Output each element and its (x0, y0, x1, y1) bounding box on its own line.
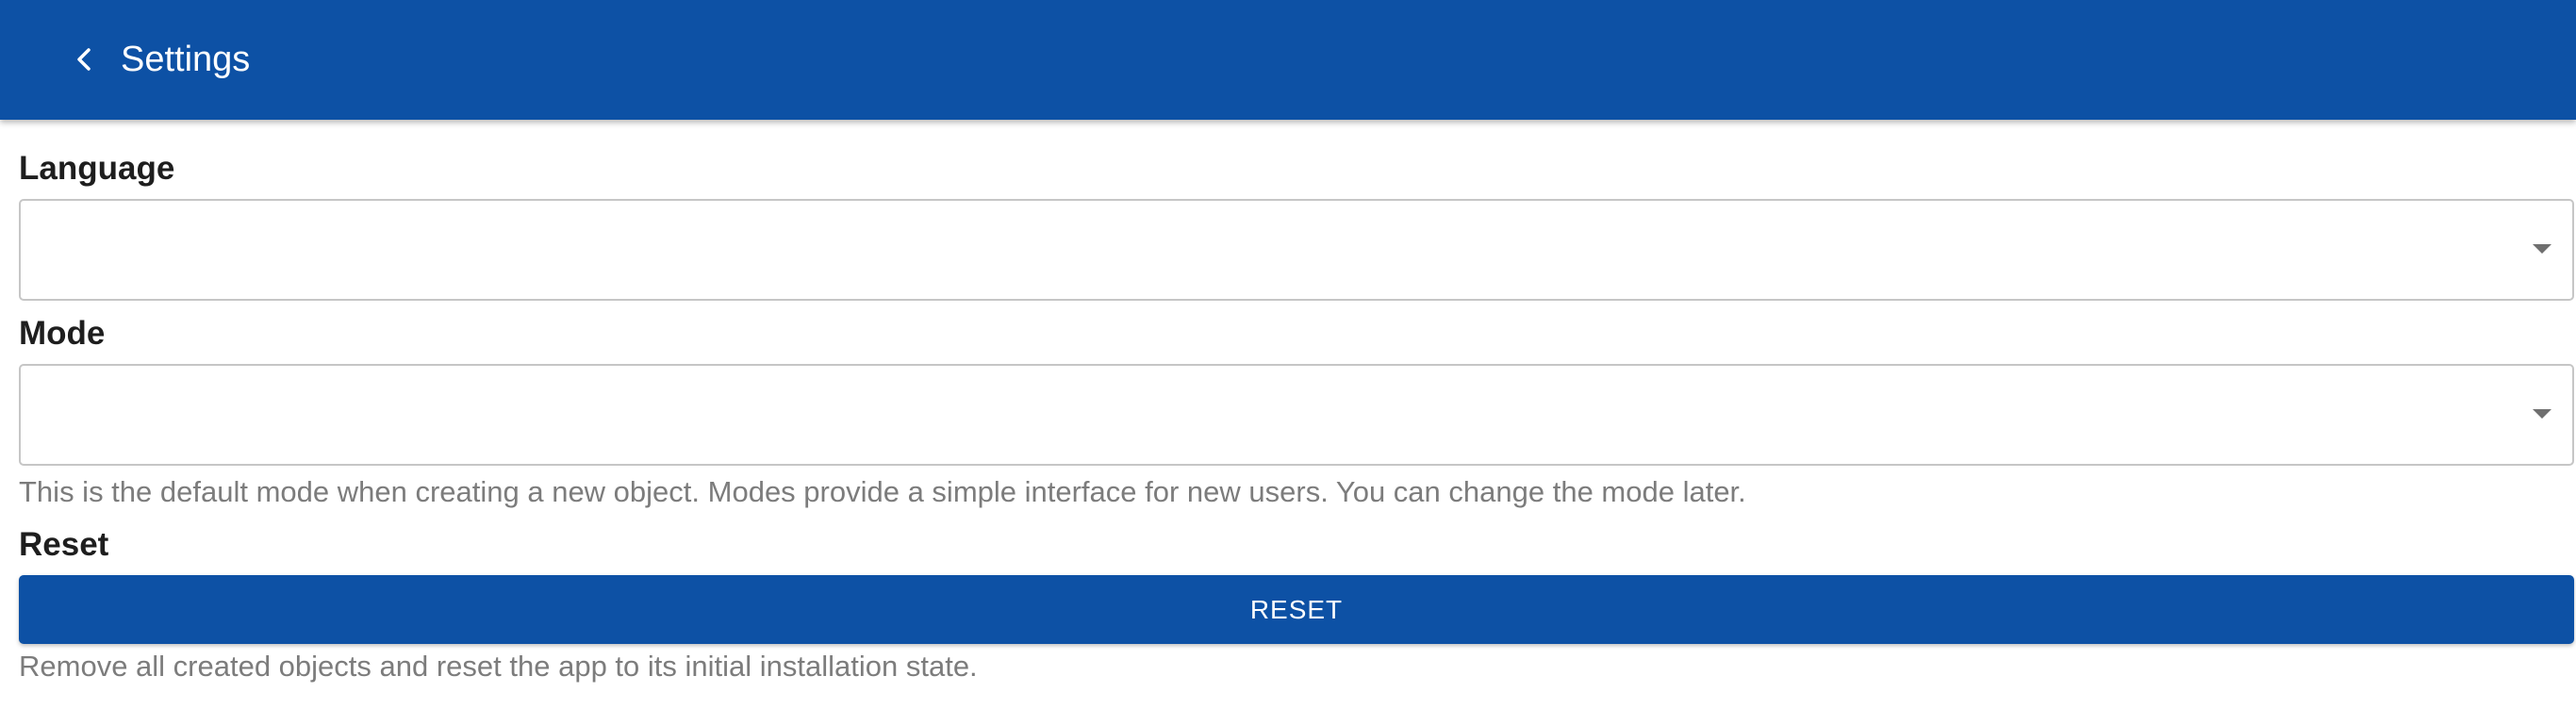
mode-help-text: This is the default mode when creating a… (19, 475, 1746, 508)
page-title: Settings (121, 40, 251, 79)
reset-help-text: Remove all created objects and reset the… (19, 650, 978, 683)
language-label: Language (19, 150, 175, 187)
reset-button[interactable]: RESET (19, 575, 2574, 644)
caret-down-icon (2533, 244, 2551, 254)
reset-label: Reset (19, 526, 109, 563)
chevron-left-icon (77, 48, 91, 71)
language-select[interactable] (19, 199, 2574, 301)
caret-down-icon (2533, 409, 2551, 419)
settings-content: Language Mode This is the default mode w… (0, 120, 2576, 709)
mode-select[interactable] (19, 364, 2574, 466)
mode-label: Mode (19, 315, 106, 352)
app-bar: Settings (0, 0, 2576, 120)
back-button[interactable] (60, 36, 107, 83)
